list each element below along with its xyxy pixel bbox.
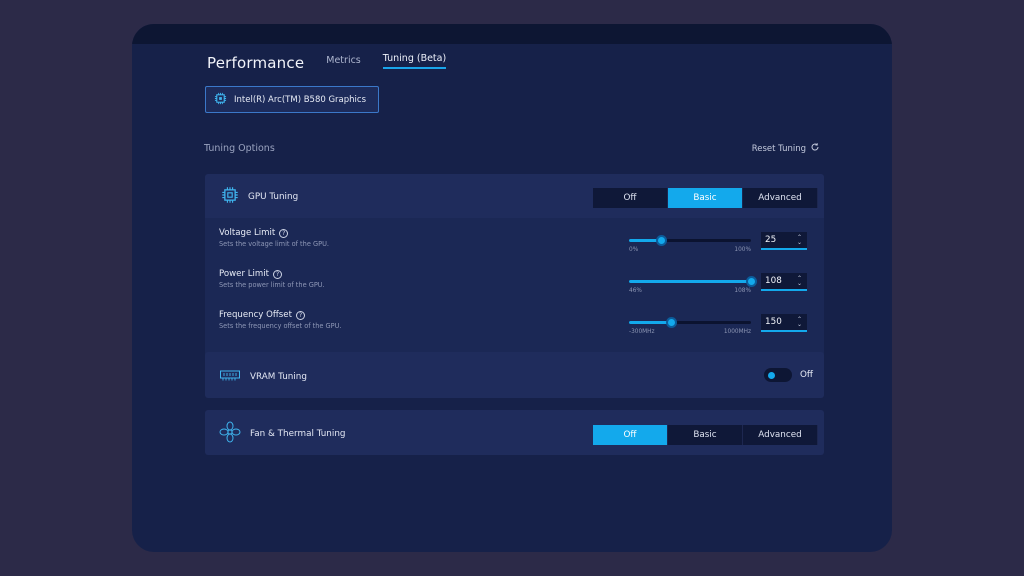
vram-tuning-toggle[interactable] <box>764 368 792 382</box>
slider-min-label: -300MHz <box>629 329 655 335</box>
slider-track <box>629 280 751 283</box>
fan-thermal-tuning-card: Fan & Thermal Tuning Off Basic Advanced <box>205 410 824 455</box>
vram-tuning-header: VRAM Tuning <box>219 367 307 386</box>
power-limit-stepper[interactable]: 108 ⌃ ⌄ <box>761 273 807 291</box>
tuning-options-heading: Tuning Options <box>204 143 275 154</box>
frequency-offset-row: Frequency Offset ? Sets the frequency of… <box>219 310 814 344</box>
slider-fill <box>629 280 751 283</box>
memory-icon <box>219 367 241 386</box>
fan-mode-advanced[interactable]: Advanced <box>743 425 818 445</box>
app-window: Performance Metrics Tuning (Beta) Intel(… <box>132 24 892 552</box>
fan-tuning-label: Fan & Thermal Tuning <box>250 429 346 439</box>
slider-thumb[interactable] <box>745 276 757 287</box>
power-limit-slider[interactable]: 46% 108% <box>629 275 757 299</box>
slider-min-label: 0% <box>629 247 639 253</box>
vram-tuning-card: VRAM Tuning Off <box>205 352 824 398</box>
power-limit-row: Power Limit ? Sets the power limit of th… <box>219 269 814 303</box>
page-title: Performance <box>207 54 305 72</box>
title-bar <box>132 24 892 44</box>
reset-tuning-button[interactable]: Reset Tuning <box>752 142 820 155</box>
frequency-offset-label: Frequency Offset <box>219 310 292 320</box>
voltage-limit-slider[interactable]: 0% 100% <box>629 234 751 258</box>
slider-thumb[interactable] <box>666 317 678 328</box>
voltage-limit-row: Voltage Limit ? Sets the voltage limit o… <box>219 228 814 262</box>
slider-min-label: 46% <box>629 288 642 294</box>
slider-max-label: 108% <box>734 288 751 294</box>
chip-icon <box>221 186 239 208</box>
voltage-limit-stepper[interactable]: 25 ⌃ ⌄ <box>761 232 807 250</box>
gpu-tuning-label: GPU Tuning <box>248 192 299 202</box>
gpu-tuning-header: GPU Tuning <box>221 186 298 208</box>
reset-tuning-label: Reset Tuning <box>751 143 806 154</box>
power-limit-value[interactable]: 108 <box>765 276 782 286</box>
voltage-limit-label: Voltage Limit <box>219 228 276 238</box>
gpu-tuning-settings: Voltage Limit ? Sets the voltage limit o… <box>205 218 824 354</box>
slider-track <box>629 239 751 242</box>
toggle-knob <box>768 371 775 379</box>
vram-toggle-state: Off <box>800 370 813 380</box>
stepper-arrows-icon[interactable]: ⌃ ⌄ <box>797 235 802 246</box>
frequency-offset-value[interactable]: 150 <box>765 317 782 327</box>
gpu-tuning-mode-selector: Off Basic Advanced <box>593 188 818 208</box>
gpu-selector-label: Intel(R) Arc(TM) B580 Graphics <box>234 94 367 105</box>
fan-tuning-mode-selector: Off Basic Advanced <box>593 425 818 445</box>
frequency-offset-slider[interactable]: -300MHz 1000MHz <box>629 316 751 340</box>
slider-track <box>629 321 751 324</box>
power-limit-label: Power Limit <box>219 269 270 279</box>
fan-icon <box>219 421 241 447</box>
gpu-tuning-card: GPU Tuning Off Basic Advanced Voltage Li… <box>205 174 824 354</box>
vram-tuning-label: VRAM Tuning <box>250 371 307 382</box>
slider-thumb[interactable] <box>656 235 668 246</box>
gpu-mode-basic[interactable]: Basic <box>668 188 743 208</box>
help-icon[interactable]: ? <box>279 228 289 238</box>
fan-tuning-header: Fan & Thermal Tuning <box>219 421 346 447</box>
refresh-icon <box>810 142 820 155</box>
gpu-mode-off[interactable]: Off <box>593 188 668 208</box>
slider-max-label: 100% <box>734 247 751 253</box>
tab-metrics[interactable]: Metrics <box>326 55 360 69</box>
frequency-offset-stepper[interactable]: 150 ⌃ ⌄ <box>761 314 807 332</box>
tab-tuning-beta[interactable]: Tuning (Beta) <box>382 53 447 69</box>
help-icon[interactable]: ? <box>273 269 283 279</box>
stepper-arrows-icon[interactable]: ⌃ ⌄ <box>797 276 802 287</box>
fan-mode-basic[interactable]: Basic <box>668 425 743 445</box>
slider-max-label: 1000MHz <box>723 329 751 335</box>
fan-mode-off[interactable]: Off <box>593 425 668 445</box>
vram-tuning-toggle-group: Off <box>764 368 813 382</box>
help-icon[interactable]: ? <box>295 310 305 320</box>
voltage-limit-value[interactable]: 25 <box>765 235 776 245</box>
gpu-selector-button[interactable]: Intel(R) Arc(TM) B580 Graphics <box>205 86 379 113</box>
stepper-arrows-icon[interactable]: ⌃ ⌄ <box>797 317 802 328</box>
gpu-mode-advanced[interactable]: Advanced <box>743 188 818 208</box>
chip-icon <box>214 92 227 108</box>
page-header: Performance Metrics Tuning (Beta) <box>207 53 447 72</box>
